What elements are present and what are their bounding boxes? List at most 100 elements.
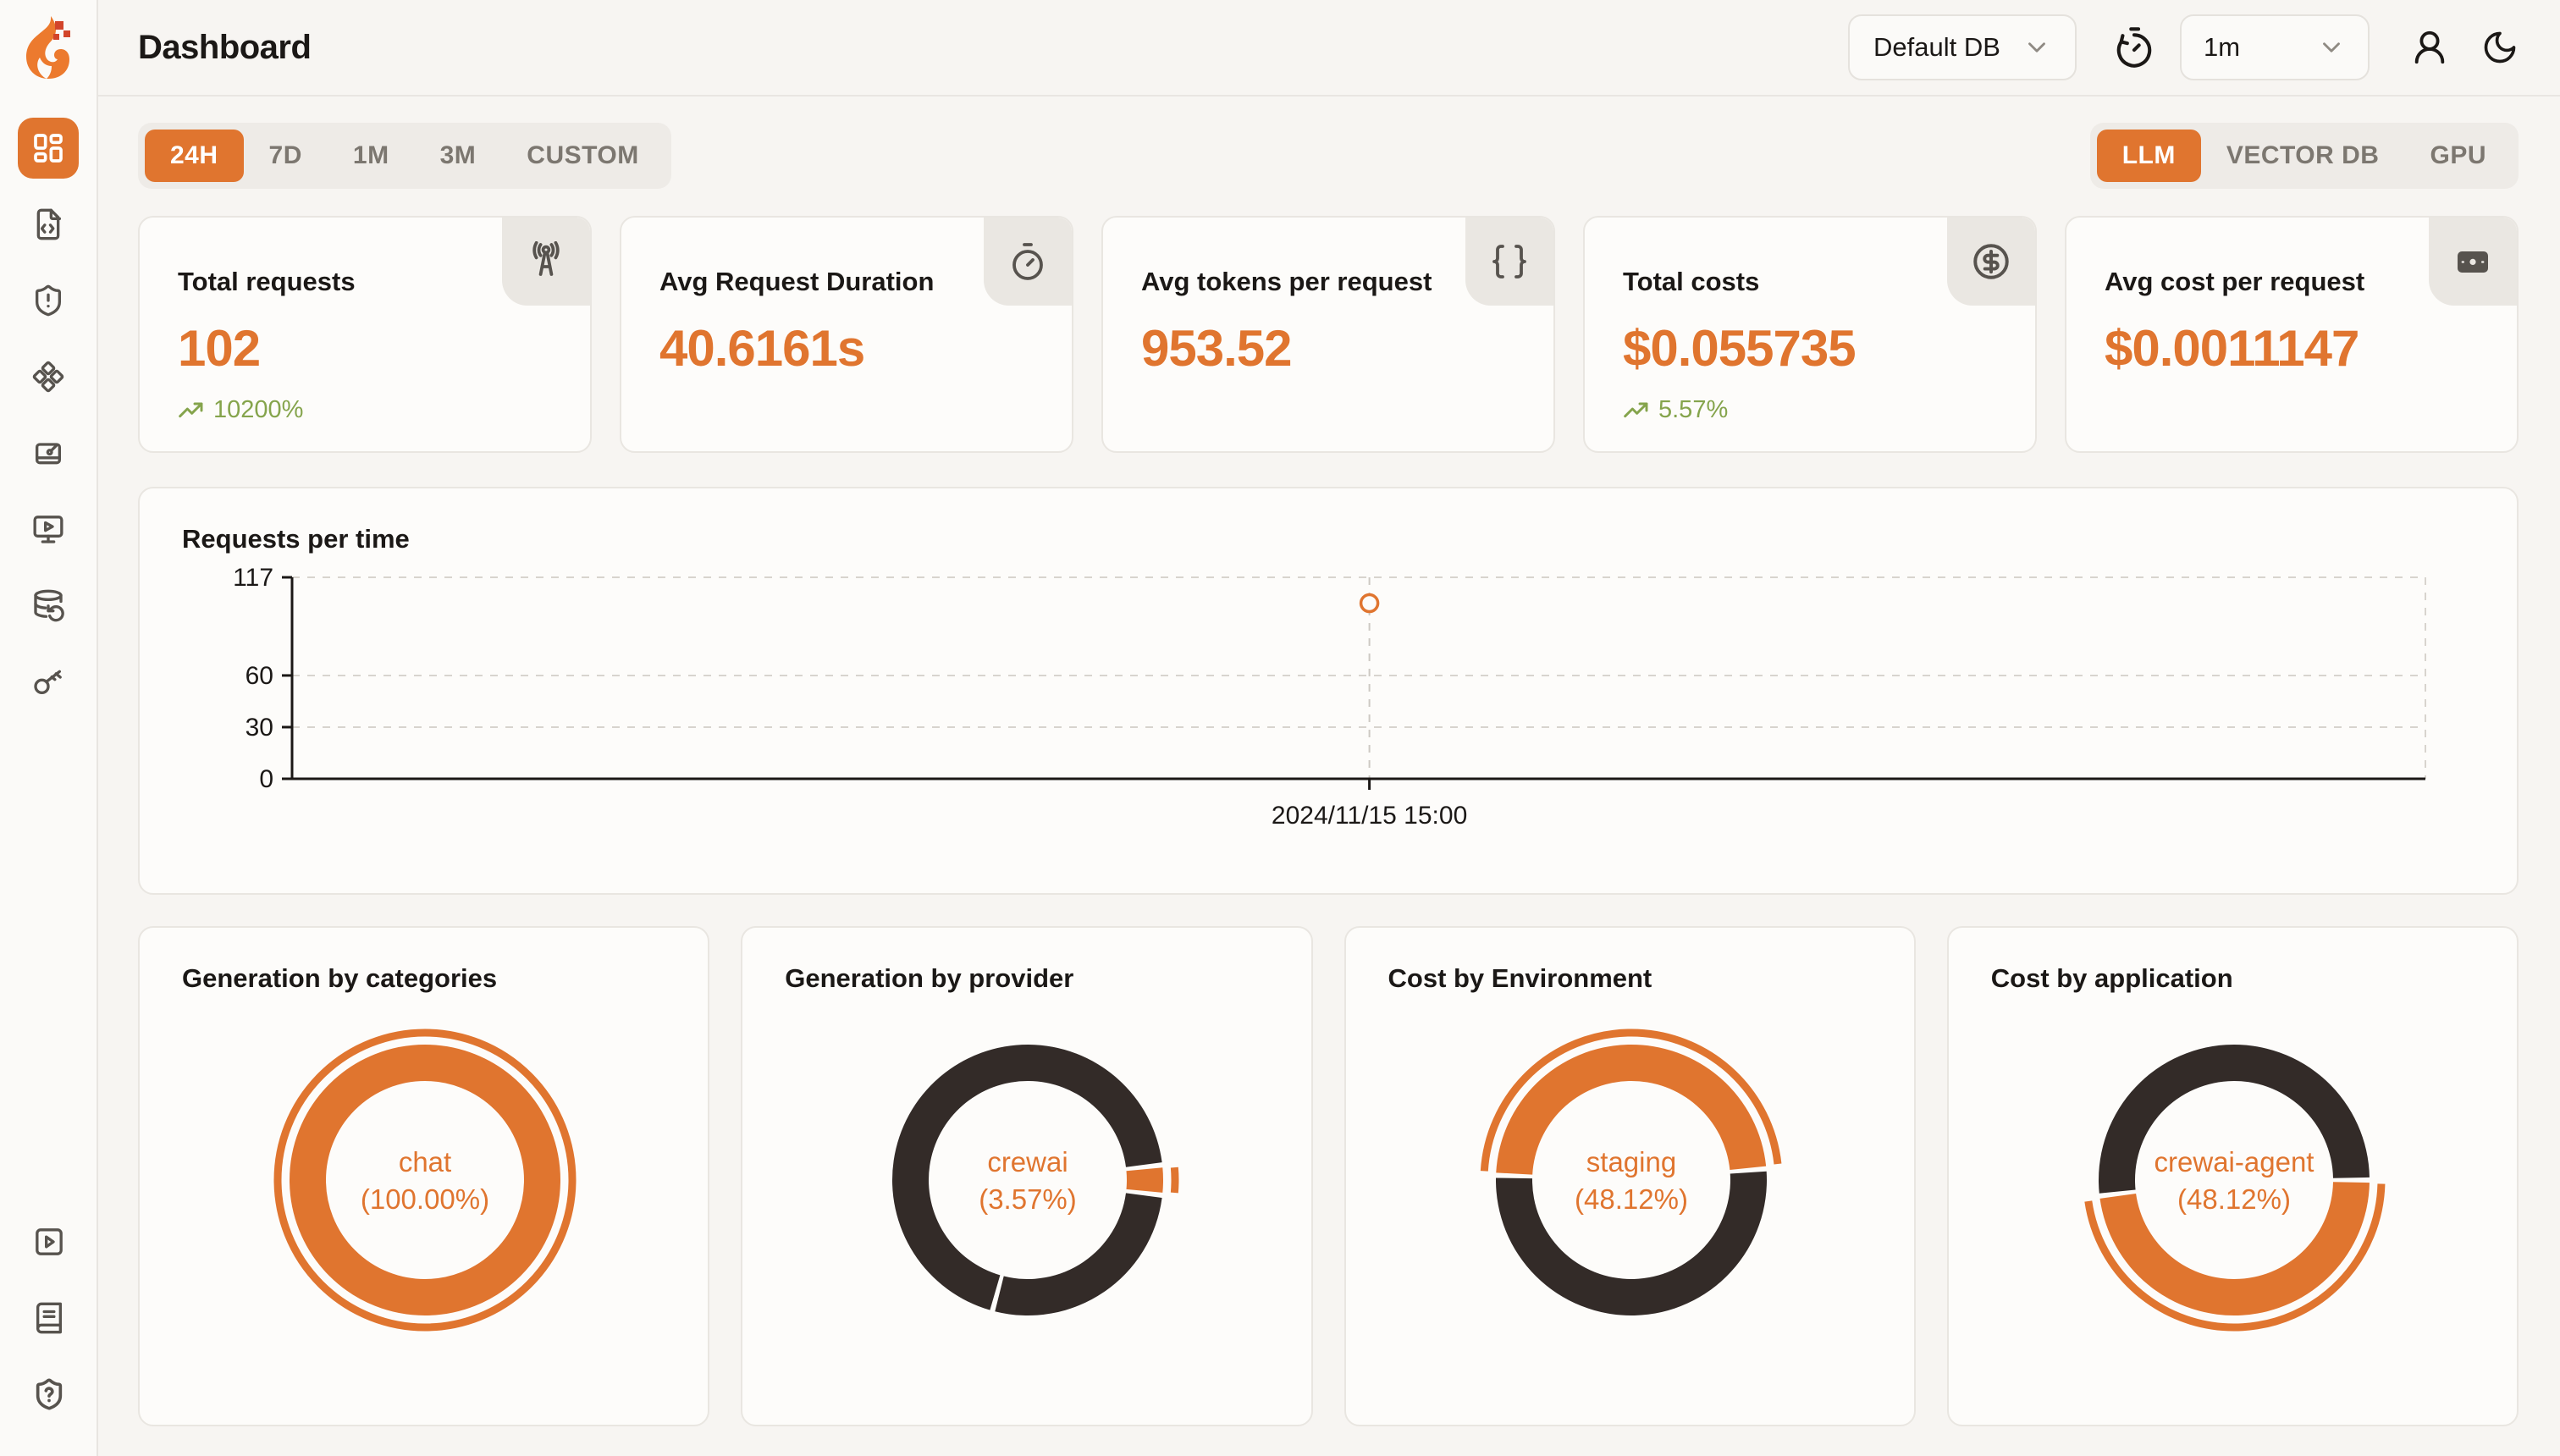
stat-value: $0.055735 [1585,297,2035,378]
application-donut-chart: crewai-agent (48.12%) [1949,928,2517,1425]
stat-icon-badge [1465,218,1553,306]
resource-tabs: LLM VECTOR DB GPU [2090,123,2519,189]
tab-1m[interactable]: 1M [328,130,415,182]
interval-selector-value: 1m [2204,32,2240,63]
header: Dashboard Default DB 1m [98,0,2560,97]
user-icon [2410,28,2449,67]
sidebar-item-demo[interactable] [19,1204,80,1280]
stat-card-avg-duration: Avg Request Duration 40.6161s [620,216,1073,453]
tab-gpu[interactable]: GPU [2404,130,2512,182]
main-area: Dashboard Default DB 1m [98,0,2560,1456]
stat-card-avg-tokens: Avg tokens per request 953.52 [1101,216,1555,453]
filter-row: 24H 7D 1M 3M CUSTOM LLM VECTOR DB GPU [138,123,2519,189]
tab-3m[interactable]: 3M [415,130,502,182]
square-play-icon [32,1225,66,1259]
stat-icon-badge [984,218,1072,306]
donut-cards-row: Generation by categories chat(100.00%) G… [138,926,2519,1426]
book-icon [32,1301,66,1335]
stat-icon-badge [502,218,590,306]
chevron-down-icon [2317,33,2346,62]
stat-value: 40.6161s [621,297,1072,378]
braces-icon [1489,241,1530,282]
svg-text:chat: chat [399,1146,451,1177]
svg-text:staging: staging [1586,1146,1675,1177]
tab-7d[interactable]: 7D [244,130,328,182]
stat-icon-badge [1947,218,2035,306]
time-range-tabs: 24H 7D 1M 3M CUSTOM [138,123,671,189]
svg-text:0: 0 [259,765,273,793]
tab-vector-db[interactable]: VECTOR DB [2201,130,2405,182]
trending-up-icon [178,397,205,424]
antenna-icon [526,241,566,282]
user-menu-button[interactable] [2410,28,2449,67]
sidebar-item-dashboard[interactable] [18,110,79,186]
timer-reset-icon [2112,25,2156,69]
page-title: Dashboard [138,29,311,67]
stat-trend: 10200% [140,378,590,424]
sidebar-item-guardrails[interactable] [18,262,79,339]
svg-text:2024/11/15 15:00: 2024/11/15 15:00 [1272,802,1467,830]
stat-card-avg-cost: Avg cost per request $0.0011147 [2065,216,2519,453]
interval-selector[interactable]: 1m [2180,14,2370,80]
tab-llm[interactable]: LLM [2097,130,2201,182]
app-logo[interactable] [23,15,74,80]
sidebar-item-help[interactable] [19,1356,80,1432]
svg-text:crewai: crewai [988,1146,1068,1177]
file-code-icon [31,207,65,241]
sidebar-item-vector-db[interactable] [18,567,79,643]
stat-value: $0.0011147 [2066,297,2517,378]
sidebar-item-docs[interactable] [19,1280,80,1356]
svg-text:60: 60 [246,662,273,690]
stat-value: 953.52 [1103,297,1553,378]
monitor-play-icon [31,512,65,546]
svg-text:117: 117 [233,564,273,592]
dashboard-page: { "app": {"title": "Dashboard"}, "header… [0,0,2560,1456]
flame-logo-icon [23,15,74,80]
database-backup-icon [31,588,65,622]
sidebar-bottom-nav [0,1204,98,1432]
donut-card-application: Cost by application crewai-agent(48.12%) [1947,926,2519,1426]
requests-line-chart: 0 30 60 117 2024/11/15 15:00 [140,488,2517,893]
dark-mode-toggle[interactable] [2481,29,2519,66]
chevron-down-icon [2022,33,2051,62]
stat-card-total-requests: Total requests 102 10200% [138,216,592,453]
refresh-interval-button[interactable] [2112,25,2156,69]
donut-card-provider: Generation by provider crewai(3.57%) [741,926,1312,1426]
moon-icon [2481,29,2519,66]
database-selector[interactable]: Default DB [1848,14,2077,80]
tab-custom[interactable]: CUSTOM [501,130,664,182]
sidebar-item-api-keys[interactable] [18,643,79,720]
sidebar-item-requests[interactable] [18,186,79,262]
provider-donut-chart: crewai (3.57%) [742,928,1310,1425]
shield-question-icon [32,1377,66,1411]
stat-trend: 5.57% [1585,378,2035,424]
svg-text:(48.12%): (48.12%) [1575,1183,1688,1215]
stat-value: 102 [140,297,590,378]
donut-card-environment: Cost by Environment staging(48.12%) [1344,926,1916,1426]
requests-chart-card: Requests per time 030601172024/11/15 15:… [138,487,2519,895]
svg-text:crewai-agent: crewai-agent [2154,1146,2314,1177]
key-icon [31,665,65,698]
header-controls: Default DB 1m [1848,14,2519,80]
sidebar-item-models[interactable] [18,339,79,415]
sidebar [0,0,98,1456]
tab-24h[interactable]: 24H [145,130,244,182]
categories-donut-chart: chat (100.00%) [140,928,708,1425]
sidebar-item-sessions[interactable] [18,491,79,567]
wallet-icon [2452,241,2493,282]
stat-card-total-costs: Total costs $0.055735 5.57% [1583,216,2037,453]
svg-text:(100.00%): (100.00%) [361,1183,489,1215]
environment-donut-chart: staging (48.12%) [1346,928,1914,1425]
stat-cards-row: Total requests 102 10200% Avg Request Du… [138,216,2519,453]
sidebar-nav [18,110,79,720]
board-edit-icon [31,436,65,470]
content: 24H 7D 1M 3M CUSTOM LLM VECTOR DB GPU To… [98,123,2560,1426]
svg-text:30: 30 [246,714,273,742]
trending-up-icon [1623,397,1650,424]
diamonds-grid-icon [31,360,65,394]
svg-text:(48.12%): (48.12%) [2177,1183,2291,1215]
donut-card-categories: Generation by categories chat(100.00%) [138,926,709,1426]
sidebar-item-evaluations[interactable] [18,415,79,491]
svg-text:(3.57%): (3.57%) [979,1183,1077,1215]
dashboard-active-tile [18,118,79,179]
